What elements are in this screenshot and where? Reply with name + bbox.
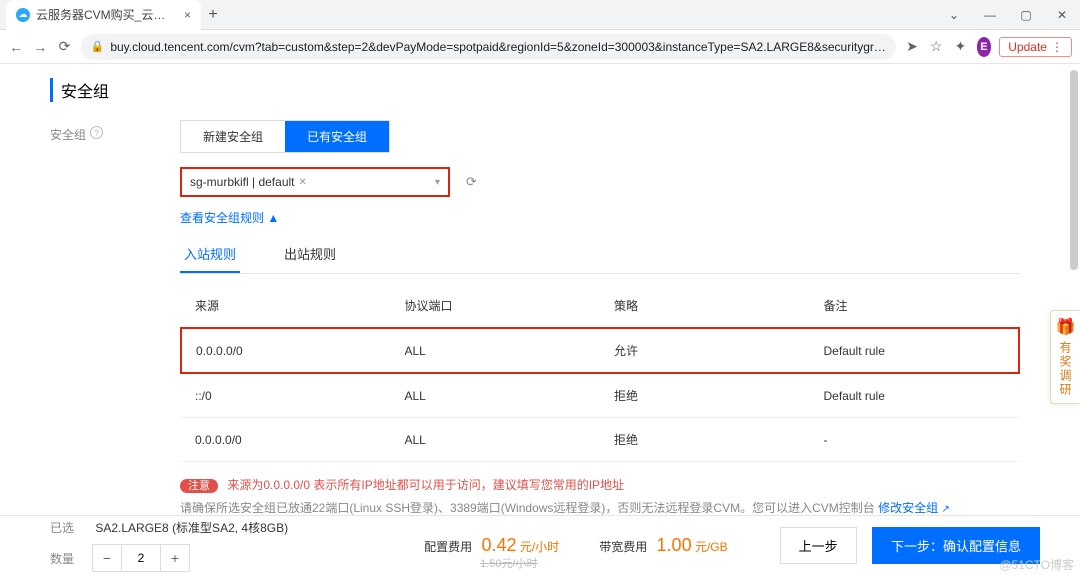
window-controls: ⌄ — ▢ ✕ <box>936 8 1080 22</box>
config-fee-label: 配置费用 <box>424 540 472 554</box>
col-note: 备注 <box>810 284 1020 328</box>
rule-tabs: 入站规则 出站规则 <box>180 236 1020 274</box>
extensions-icon[interactable]: ✦ <box>952 38 968 55</box>
sg-select[interactable]: sg-murbkifl | default ✕ ▾ <box>180 167 450 197</box>
config-fee-value: 0.42 <box>481 535 516 555</box>
bw-fee-label: 带宽费用 <box>599 540 647 554</box>
watermark: @51CTO博客 <box>999 556 1074 573</box>
tab-outbound[interactable]: 出站规则 <box>280 236 340 273</box>
warning-line: 注意 来源为0.0.0.0/0 表示所有IP地址都可以用于访问，建议填写您常用的… <box>180 476 1020 493</box>
security-group-row: 安全组 ? 新建安全组 已有安全组 sg-murbkifl | default … <box>50 120 1080 515</box>
send-icon[interactable]: ➤ <box>904 38 920 55</box>
config-fee-unit: 元/小时 <box>520 540 559 554</box>
tab-new-sg[interactable]: 新建安全组 <box>181 121 285 152</box>
warn-badge: 注意 <box>180 479 218 493</box>
hint-line: 请确保所选安全组已放通22端口(Linux SSH登录)、3389端口(Wind… <box>180 499 1020 515</box>
form-label: 安全组 ? <box>50 120 180 515</box>
view-rules-link[interactable]: 查看安全组规则 ▲ <box>180 211 279 225</box>
help-icon[interactable]: ? <box>90 126 103 139</box>
bw-fee-unit: 元/GB <box>695 540 728 554</box>
price-block: 配置费用 0.42 元/小时 1.50元/小时 带宽费用 1.00 元/GB 上… <box>424 527 1040 564</box>
col-source: 来源 <box>181 284 391 328</box>
close-tab-icon[interactable]: × <box>184 8 191 22</box>
tab-inbound[interactable]: 入站规则 <box>180 236 240 273</box>
back-icon[interactable]: ← <box>8 39 24 55</box>
sg-chip: sg-murbkifl | default ✕ <box>190 175 307 189</box>
modify-sg-link[interactable]: 修改安全组 <box>878 501 938 515</box>
cloud-icon: ☁ <box>16 8 30 22</box>
profile-badge[interactable]: E <box>977 37 992 57</box>
star-icon[interactable]: ☆ <box>928 38 944 55</box>
config-fee-old: 1.50元/小时 <box>480 555 537 571</box>
minimize-icon[interactable]: — <box>972 8 1008 22</box>
rules-table: 来源 协议端口 策略 备注 0.0.0.0/0 ALL 允许 Default r… <box>180 284 1020 462</box>
survey-promo[interactable]: 🎁 有奖调研 <box>1050 310 1080 404</box>
tab-existing-sg[interactable]: 已有安全组 <box>285 121 389 152</box>
col-policy: 策略 <box>600 284 810 328</box>
col-port: 协议端口 <box>391 284 601 328</box>
table-row: 0.0.0.0/0 ALL 拒绝 - <box>181 418 1019 462</box>
url-text: buy.cloud.tencent.com/cvm?tab=custom&ste… <box>110 40 886 54</box>
refresh-icon[interactable]: ⟳ <box>466 174 477 190</box>
browser-toolbar: ← → ⟳ 🔒 buy.cloud.tencent.com/cvm?tab=cu… <box>0 30 1080 64</box>
page-content: 安全组 安全组 ? 新建安全组 已有安全组 sg-murbkifl | defa… <box>0 64 1080 515</box>
browser-tabstrip: ☁ 云服务器CVM购买_云服务器CV… × + ⌄ — ▢ ✕ <box>0 0 1080 30</box>
quantity-stepper: − + <box>92 544 190 572</box>
qty-increment[interactable]: + <box>161 545 189 571</box>
forward-icon[interactable]: → <box>32 39 48 55</box>
prev-button[interactable]: 上一步 <box>780 527 857 564</box>
table-row: ::/0 ALL 拒绝 Default rule <box>181 373 1019 418</box>
address-bar[interactable]: 🔒 buy.cloud.tencent.com/cvm?tab=custom&s… <box>81 34 896 60</box>
reload-icon[interactable]: ⟳ <box>56 38 72 55</box>
footer-bar: 已选 SA2.LARGE8 (标准型SA2, 4核8GB) 数量 − + 配置费… <box>0 515 1080 575</box>
table-row: 0.0.0.0/0 ALL 允许 Default rule <box>181 328 1019 373</box>
close-window-icon[interactable]: ✕ <box>1044 8 1080 22</box>
remove-chip-icon[interactable]: ✕ <box>299 177 307 188</box>
selected-label: 已选 <box>50 521 74 535</box>
gift-icon: 🎁 <box>1051 317 1080 337</box>
scrollbar[interactable] <box>1070 70 1078 270</box>
maximize-icon[interactable]: ▢ <box>1008 8 1044 22</box>
table-header-row: 来源 协议端口 策略 备注 <box>181 284 1019 328</box>
tab-title: 云服务器CVM购买_云服务器CV… <box>36 6 176 23</box>
qty-label: 数量 <box>50 550 74 567</box>
qty-input[interactable] <box>121 545 161 571</box>
new-tab-button[interactable]: + <box>201 6 225 24</box>
form-content: 新建安全组 已有安全组 sg-murbkifl | default ✕ ▾ ⟳ … <box>180 120 1020 515</box>
qty-decrement[interactable]: − <box>93 545 121 571</box>
chevron-down-icon[interactable]: ⌄ <box>936 8 972 22</box>
external-link-icon: ↗ <box>941 504 949 515</box>
chevron-down-icon[interactable]: ▾ <box>435 177 440 188</box>
browser-tab[interactable]: ☁ 云服务器CVM购买_云服务器CV… × <box>6 0 201 30</box>
selected-instance: SA2.LARGE8 (标准型SA2, 4核8GB) <box>95 521 288 535</box>
bw-fee-value: 1.00 <box>657 535 692 555</box>
warn-text: 来源为0.0.0.0/0 表示所有IP地址都可以用于访问，建议填写您常用的IP地… <box>227 478 624 492</box>
sg-mode-tabs: 新建安全组 已有安全组 <box>180 120 390 153</box>
section-title: 安全组 <box>50 78 1080 102</box>
update-button[interactable]: Update⋮ <box>999 37 1072 57</box>
lock-icon: 🔒 <box>91 40 105 53</box>
